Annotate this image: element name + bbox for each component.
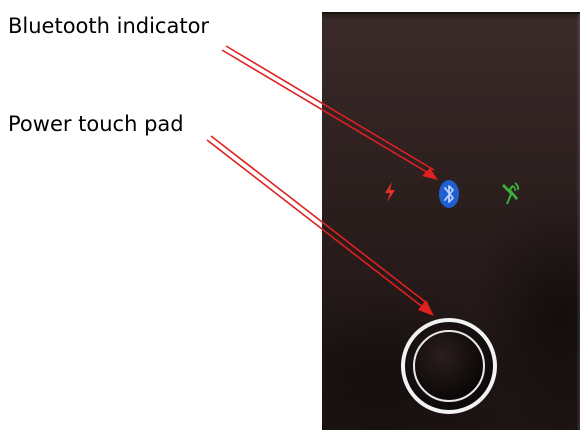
- power-touch-pad[interactable]: [401, 318, 497, 414]
- power-touch-pad-inner[interactable]: [413, 330, 485, 402]
- power-touch-pad-label: Power touch pad: [8, 112, 184, 136]
- lightning-bolt-icon: [381, 181, 399, 207]
- bluetooth-indicator-label: Bluetooth indicator: [8, 14, 210, 38]
- network-signal-icon: [498, 180, 522, 212]
- bluetooth-icon: [438, 178, 460, 214]
